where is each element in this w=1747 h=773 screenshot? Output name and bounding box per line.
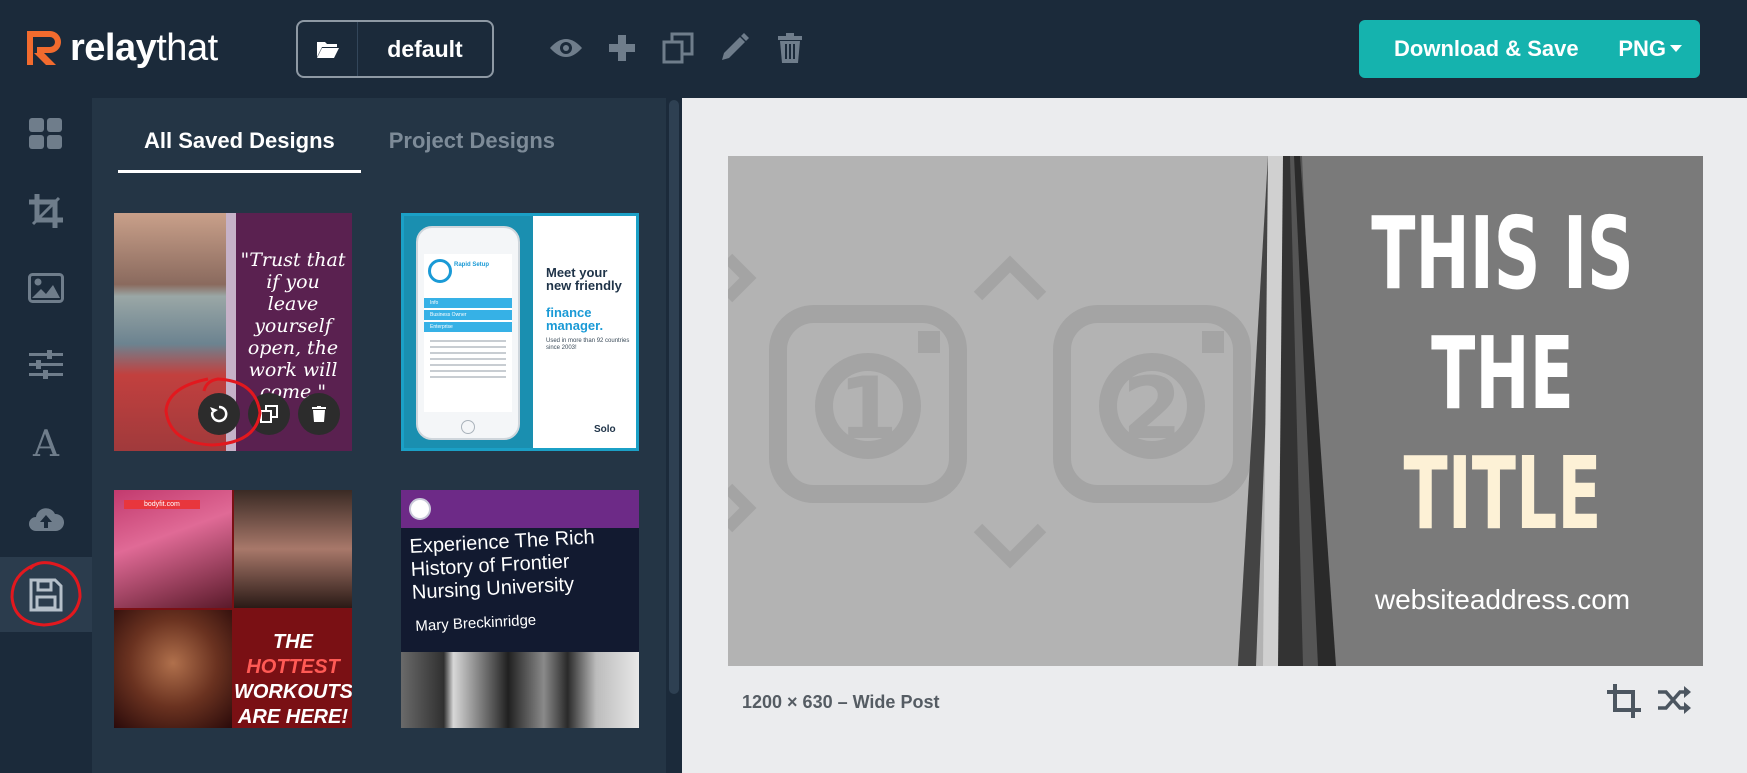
svg-text:A: A (32, 425, 60, 459)
download-save-button[interactable]: Download & Save PNG (1359, 20, 1700, 78)
sliders-icon (29, 350, 63, 379)
design-seal-icon (409, 498, 431, 520)
shuffle-icon[interactable] (1656, 684, 1692, 716)
trash-icon[interactable] (772, 30, 808, 66)
canvas-area: 1 2 THIS IS THE TITLE websiteaddress.com… (682, 98, 1747, 773)
annotation-circle-icon (164, 377, 262, 447)
saved-design-nursing[interactable]: Experience The Rich History of Frontier … (401, 490, 639, 728)
download-label: Download & Save (1394, 36, 1579, 61)
tab-project-designs[interactable]: Project Designs (389, 128, 555, 173)
design-heading: Meet your new friendly (546, 265, 622, 293)
panel-tabs: All Saved Designs Project Designs (118, 128, 583, 173)
phone-screen: Rapid Setup Info Business Owner Enterpri… (424, 254, 512, 412)
project-name: default (387, 35, 463, 62)
phone-home-button (461, 420, 475, 434)
eye-icon[interactable] (548, 30, 584, 66)
logo-text: relaythat (70, 27, 218, 69)
logo[interactable]: relaythat (24, 28, 218, 68)
format-value: PNG (1618, 36, 1666, 61)
phone-menu-item: Info (424, 298, 512, 308)
left-rail: A (0, 98, 92, 773)
preview-title: THIS IS THE TITLE (1371, 195, 1634, 552)
duplicate-icon[interactable] (660, 30, 696, 66)
panel-scrollbar[interactable] (666, 98, 682, 773)
grid-icon (29, 118, 62, 149)
text-icon: A (32, 425, 60, 459)
design-headline: THE HOTTEST WORKOUTS ARE HERE! (234, 631, 352, 728)
phone-progress-ring-icon (428, 259, 452, 283)
design-tools (548, 30, 808, 66)
design-photo (234, 490, 352, 608)
trash-icon[interactable] (298, 393, 340, 435)
canvas-size-label: 1200 × 630 – Wide Post (742, 692, 940, 712)
relaythat-logo-icon (24, 28, 64, 68)
crop-icon (29, 194, 63, 228)
saved-design-finance[interactable]: Rapid Setup Info Business Owner Enterpri… (401, 213, 639, 451)
image-placeholder-2-number: 2 (1122, 359, 1182, 459)
design-phone-mockup: Rapid Setup Info Business Owner Enterpri… (416, 226, 520, 440)
pencil-icon[interactable] (716, 30, 752, 66)
phone-menu-item: Business Owner (424, 310, 512, 320)
text-nav[interactable]: A (0, 407, 92, 477)
folder-icon (298, 22, 358, 76)
preview-website: websiteaddress.com (1374, 584, 1631, 615)
adjust-nav[interactable] (0, 330, 92, 400)
design-photo-strip (401, 652, 639, 728)
design-photo (114, 610, 232, 728)
design-heading-accent: finance manager. (546, 305, 604, 333)
phone-title: Rapid Setup (454, 262, 490, 268)
panel-scrollbar-thumb[interactable] (669, 100, 679, 694)
phone-menu-item: Enterprise (424, 322, 512, 332)
design-preview[interactable]: 1 2 THIS IS THE TITLE websiteaddress.com (728, 156, 1703, 666)
annotation-circle-icon (10, 561, 82, 627)
design-header-band (401, 490, 639, 528)
design-title: Experience The Rich History of Frontier … (409, 526, 596, 604)
resize-nav[interactable] (0, 176, 92, 246)
tab-all-saved-designs[interactable]: All Saved Designs (118, 128, 361, 173)
project-selector-button[interactable]: default (296, 20, 494, 78)
image-placeholder-1-number: 1 (838, 359, 898, 459)
design-tag: bodyfit.com (124, 500, 200, 509)
saved-designs-panel: All Saved Designs Project Designs "Trust… (92, 98, 666, 773)
upload-nav[interactable] (0, 484, 92, 554)
saved-design-fitness[interactable]: bodyfit.com THE HOTTEST WORKOUTS ARE HER… (114, 490, 352, 728)
saved-design-quote[interactable]: "Trust that if you leave yourself open, … (114, 213, 352, 451)
images-nav[interactable] (0, 253, 92, 323)
format-dropdown[interactable]: PNG (1618, 36, 1682, 62)
crop-icon[interactable] (1607, 684, 1641, 718)
top-bar: relaythat default Download & Save PNG (0, 0, 1747, 98)
phone-body-lines (430, 340, 506, 380)
design-subtext: Used in more than 92 countries since 200… (546, 338, 630, 351)
cloud-upload-icon (29, 508, 64, 531)
plus-icon[interactable] (604, 30, 640, 66)
design-subtitle: Mary Breckinridge (415, 611, 537, 635)
saved-designs-nav[interactable] (0, 557, 92, 632)
layouts-nav[interactable] (0, 99, 92, 169)
image-icon (28, 273, 64, 303)
design-brand: Solo (594, 424, 616, 435)
caret-down-icon (1670, 45, 1682, 52)
